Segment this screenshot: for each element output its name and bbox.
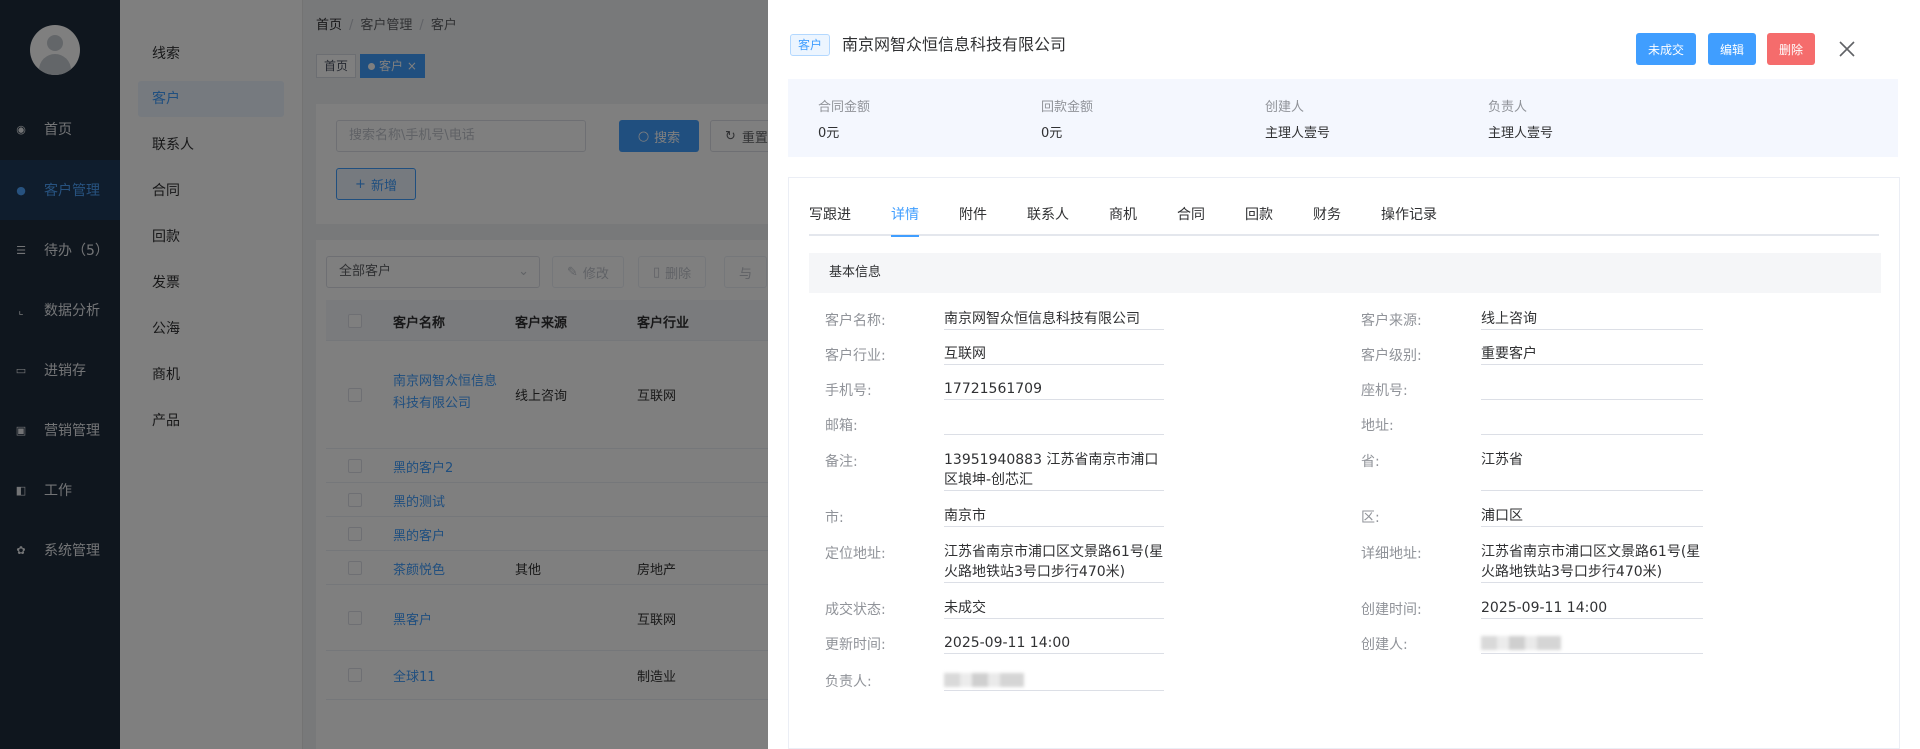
field-city: 南京市 [944,506,1164,527]
field-creator [1481,633,1703,654]
stat-label: 回款金额 [1041,100,1094,115]
tab-opportunities[interactable]: 商机 [1109,204,1137,234]
tab-contracts[interactable]: 合同 [1177,204,1205,234]
stat-label: 负责人 [1488,100,1528,115]
stat-value: 主理人壹号 [1265,126,1331,141]
field-landline [1481,379,1703,400]
field-label: 客户行业: [825,348,886,364]
field-label: 座机号: [1361,383,1408,399]
tab-details[interactable]: 详情 [891,204,919,237]
field-label: 更新时间: [825,637,886,653]
delete-button[interactable]: 删除 [1767,33,1815,65]
field-label: 定位地址: [825,546,886,562]
entity-type-badge: 客户 [790,34,831,56]
field-district: 浦口区 [1481,506,1703,527]
field-updated-time: 2025-09-11 14:00 [944,633,1164,654]
field-label: 地址: [1361,418,1394,434]
stat-contract-amount: 合同金额 0元 [818,96,870,141]
field-customer-name: 南京网智众恒信息科技有限公司 [944,309,1164,330]
customer-detail-drawer: 客户 南京网智众恒信息科技有限公司 未成交 编辑 删除 合同金额 0元 回款金额 0… [768,0,1920,749]
field-label: 手机号: [825,383,872,399]
field-label: 创建人: [1361,637,1408,653]
tab-attachments[interactable]: 附件 [959,204,987,234]
tab-follow-up[interactable]: 写跟进 [809,204,851,234]
field-industry: 互联网 [944,344,1164,365]
field-label: 客户名称: [825,313,886,329]
stat-payment-amount: 回款金额 0元 [1041,96,1093,141]
field-label: 成交状态: [825,602,886,618]
field-mobile: 17721561709 [944,379,1164,400]
field-province: 江苏省 [1481,450,1703,491]
field-label: 备注: [825,454,858,470]
summary-stats: 合同金额 0元 回款金额 0元 创建人主理人壹号 负责人主理人壹号 [788,79,1898,157]
deal-status-button[interactable]: 未成交 [1636,33,1696,65]
stat-value: 0元 [818,126,840,141]
tab-finance[interactable]: 财务 [1313,204,1341,234]
field-owner [944,670,1164,691]
stat-creator: 创建人 主理人壹号 [1265,96,1330,141]
redacted-creator [1481,636,1561,650]
stat-owner: 负责人 主理人壹号 [1488,96,1553,141]
field-level: 重要客户 [1481,344,1703,365]
field-created-time: 2025-09-11 14:00 [1481,598,1703,619]
detail-tabs: 写跟进 详情 附件 联系人 商机 合同 回款 财务 操作记录 [809,204,1879,237]
tab-operation-log[interactable]: 操作记录 [1381,204,1437,234]
redacted-owner [944,673,1024,687]
section-title: 基本信息 [809,253,1881,293]
field-remark: 13951940883 江苏省南京市浦口区埌坤-创芯汇 [944,450,1164,491]
field-label: 省: [1361,454,1380,470]
field-location-address: 江苏省南京市浦口区文景路61号(星火路地铁站3号口步行470米) [944,542,1164,583]
stat-value: 0元 [1041,126,1063,141]
stat-label: 创建人 [1265,100,1305,115]
field-detail-address: 江苏省南京市浦口区文景路61号(星火路地铁站3号口步行470米) [1481,542,1703,583]
field-source: 线上咨询 [1481,309,1703,330]
detail-card: 写跟进 详情 附件 联系人 商机 合同 回款 财务 操作记录 基本信息 客户名称… [788,177,1900,749]
field-label: 负责人: [825,674,872,690]
close-icon[interactable] [1838,40,1856,58]
field-label: 客户来源: [1361,313,1422,329]
field-deal-status: 未成交 [944,598,1164,619]
drawer-title: 南京网智众恒信息科技有限公司 [842,35,1067,54]
tab-payments[interactable]: 回款 [1245,204,1273,234]
field-label: 邮箱: [825,418,858,434]
stat-label: 合同金额 [818,100,871,115]
field-email [944,414,1164,435]
field-label: 详细地址: [1361,546,1422,562]
tab-contacts[interactable]: 联系人 [1027,204,1069,234]
field-label: 客户级别: [1361,348,1422,364]
stat-value: 主理人壹号 [1488,126,1554,141]
edit-button[interactable]: 编辑 [1708,33,1756,65]
field-label: 区: [1361,510,1380,526]
field-label: 市: [825,510,844,526]
field-address [1481,414,1703,435]
field-label: 创建时间: [1361,602,1422,618]
